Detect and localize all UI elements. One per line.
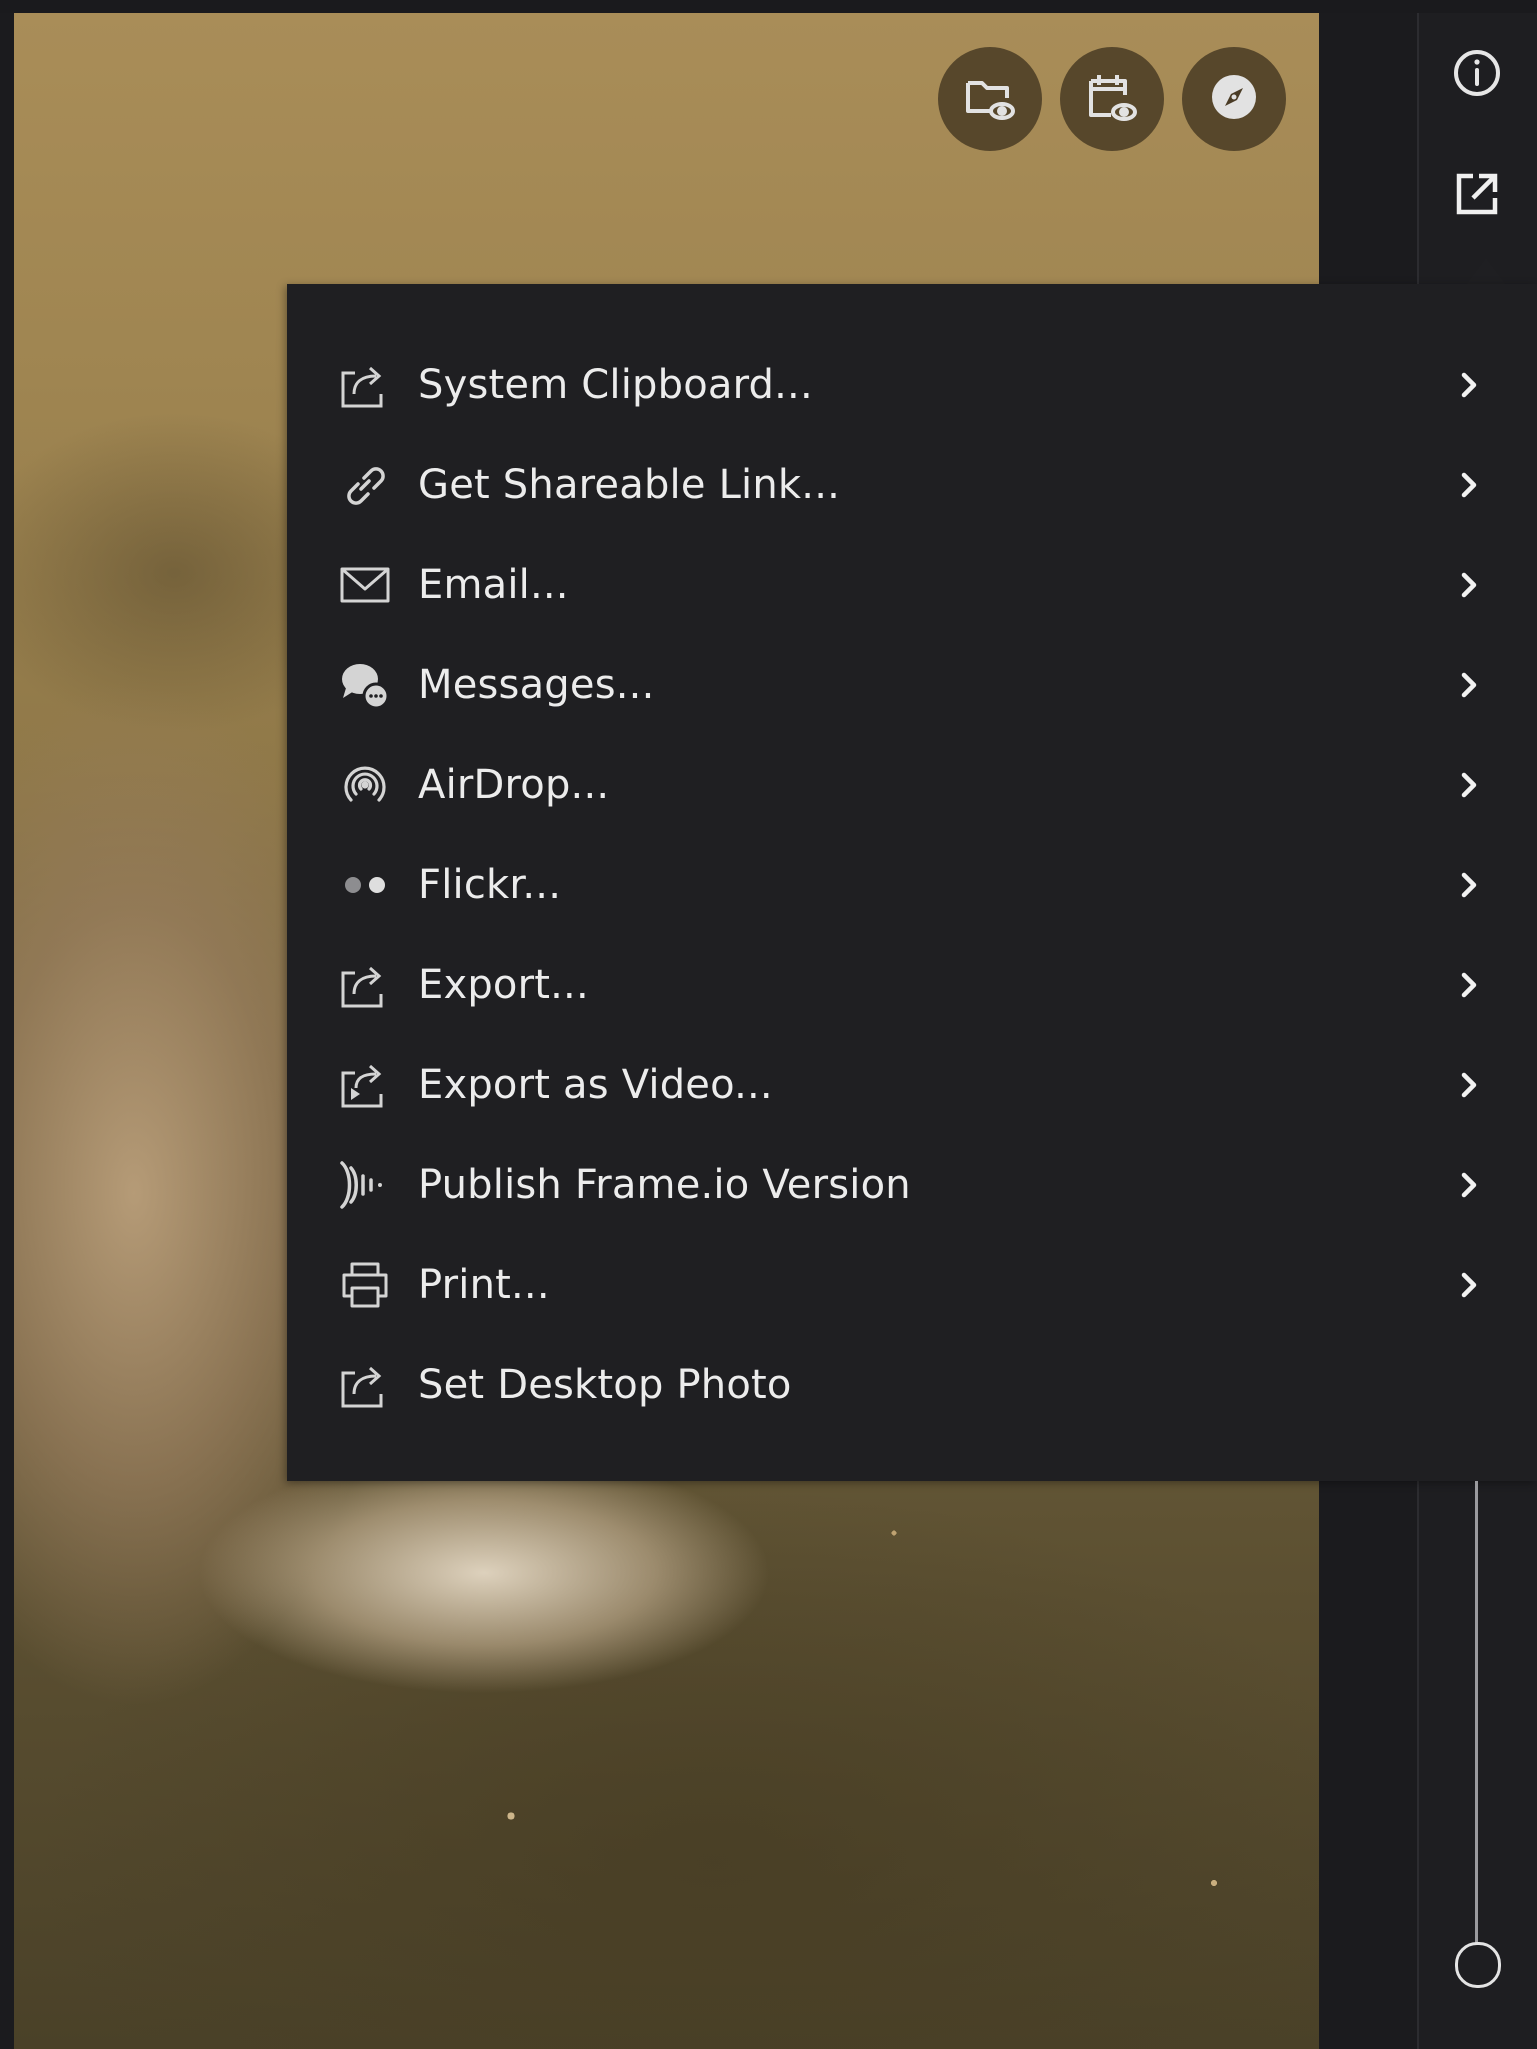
menu-item-messages[interactable]: Messages... xyxy=(287,635,1537,735)
menu-item-get-shareable-link[interactable]: Get Shareable Link... xyxy=(287,435,1537,535)
menu-item-label: Export as Video... xyxy=(418,1062,773,1108)
folder-eye-icon xyxy=(962,69,1018,129)
menu-item-label: Publish Frame.io Version xyxy=(418,1162,911,1208)
chevron-right-icon xyxy=(1449,565,1489,605)
share-icon xyxy=(1451,168,1503,224)
menu-item-label: Flickr... xyxy=(418,862,562,908)
zoom-slider-track[interactable] xyxy=(1475,1481,1478,1962)
menu-item-label: Get Shareable Link... xyxy=(418,462,841,508)
show-in-calendar-button[interactable] xyxy=(1060,47,1164,151)
chevron-right-icon xyxy=(1449,1065,1489,1105)
messages-icon xyxy=(337,657,393,713)
menu-item-label: Set Desktop Photo xyxy=(418,1362,792,1408)
menu-item-label: Print... xyxy=(418,1262,550,1308)
info-icon xyxy=(1451,47,1503,103)
menu-item-export-as-video[interactable]: Export as Video... xyxy=(287,1035,1537,1135)
show-in-folder-button[interactable] xyxy=(938,47,1042,151)
printer-icon xyxy=(337,1257,393,1313)
frameio-icon xyxy=(337,1157,393,1213)
menu-item-label: AirDrop... xyxy=(418,762,610,808)
chevron-right-icon xyxy=(1449,1165,1489,1205)
chevron-right-icon xyxy=(1449,1265,1489,1305)
airdrop-icon xyxy=(337,757,393,813)
chevron-right-icon xyxy=(1449,465,1489,505)
share-button[interactable] xyxy=(1449,168,1505,224)
menu-item-label: Messages... xyxy=(418,662,655,708)
envelope-icon xyxy=(337,557,393,613)
share-menu-caret xyxy=(1466,258,1506,285)
calendar-eye-icon xyxy=(1084,69,1140,129)
menu-item-airdrop[interactable]: AirDrop... xyxy=(287,735,1537,835)
menu-item-set-desktop-photo[interactable]: Set Desktop Photo xyxy=(287,1335,1537,1435)
menu-item-label: System Clipboard... xyxy=(418,362,813,408)
info-button[interactable] xyxy=(1449,47,1505,103)
chevron-right-icon xyxy=(1449,365,1489,405)
menu-item-export[interactable]: Export... xyxy=(287,935,1537,1035)
menu-item-print[interactable]: Print... xyxy=(287,1235,1537,1335)
menu-item-label: Export... xyxy=(418,962,589,1008)
share-menu: System Clipboard... Get Shareable Link..… xyxy=(287,284,1537,1481)
export-video-icon xyxy=(337,1057,393,1113)
window-top-strip xyxy=(0,0,1537,13)
flickr-icon xyxy=(337,857,393,913)
menu-item-system-clipboard[interactable]: System Clipboard... xyxy=(287,335,1537,435)
link-icon xyxy=(337,457,393,513)
share-arrow-icon xyxy=(337,357,393,413)
chevron-right-icon xyxy=(1449,865,1489,905)
menu-item-flickr[interactable]: Flickr... xyxy=(287,835,1537,935)
chevron-right-icon xyxy=(1449,965,1489,1005)
show-on-map-button[interactable] xyxy=(1182,47,1286,151)
menu-item-publish-frameio[interactable]: Publish Frame.io Version xyxy=(287,1135,1537,1235)
chevron-right-icon xyxy=(1449,765,1489,805)
share-arrow-icon xyxy=(337,957,393,1013)
chevron-right-icon xyxy=(1449,665,1489,705)
menu-item-email[interactable]: Email... xyxy=(287,535,1537,635)
menu-item-label: Email... xyxy=(418,562,569,608)
zoom-slider-thumb[interactable] xyxy=(1455,1942,1501,1988)
share-arrow-icon xyxy=(337,1357,393,1413)
compass-icon xyxy=(1206,69,1262,129)
